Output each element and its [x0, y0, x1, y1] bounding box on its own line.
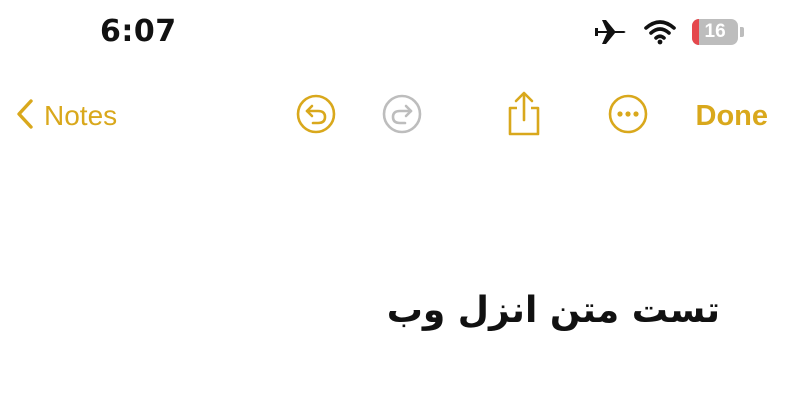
airplane-icon	[594, 17, 628, 47]
back-to-notes-button[interactable]: Notes	[16, 96, 117, 136]
notes-editor-screen: 6:07 16 Notes Done تست متن انزل وب	[0, 0, 800, 400]
note-text-line[interactable]: تست متن انزل وب	[387, 290, 720, 331]
done-button[interactable]: Done	[696, 96, 769, 136]
note-body[interactable]: تست متن انزل وب	[40, 290, 760, 360]
battery-level: 16	[704, 21, 726, 42]
redo-icon	[381, 93, 423, 139]
note-toolbar: Notes Done	[0, 88, 800, 144]
share-button[interactable]	[502, 91, 546, 138]
more-icon	[607, 93, 649, 139]
battery-icon: 16	[692, 19, 744, 45]
wifi-icon	[644, 19, 676, 45]
status-icons: 16	[594, 14, 744, 50]
battery-cap	[740, 27, 744, 37]
share-icon	[504, 90, 544, 142]
status-time: 6:07	[100, 14, 177, 49]
undo-button[interactable]	[294, 94, 338, 138]
more-options-button[interactable]	[606, 94, 650, 138]
redo-button[interactable]	[380, 94, 424, 138]
chevron-left-icon	[16, 98, 34, 134]
battery-body: 16	[692, 19, 739, 45]
undo-icon	[295, 93, 337, 139]
back-label: Notes	[44, 100, 118, 131]
